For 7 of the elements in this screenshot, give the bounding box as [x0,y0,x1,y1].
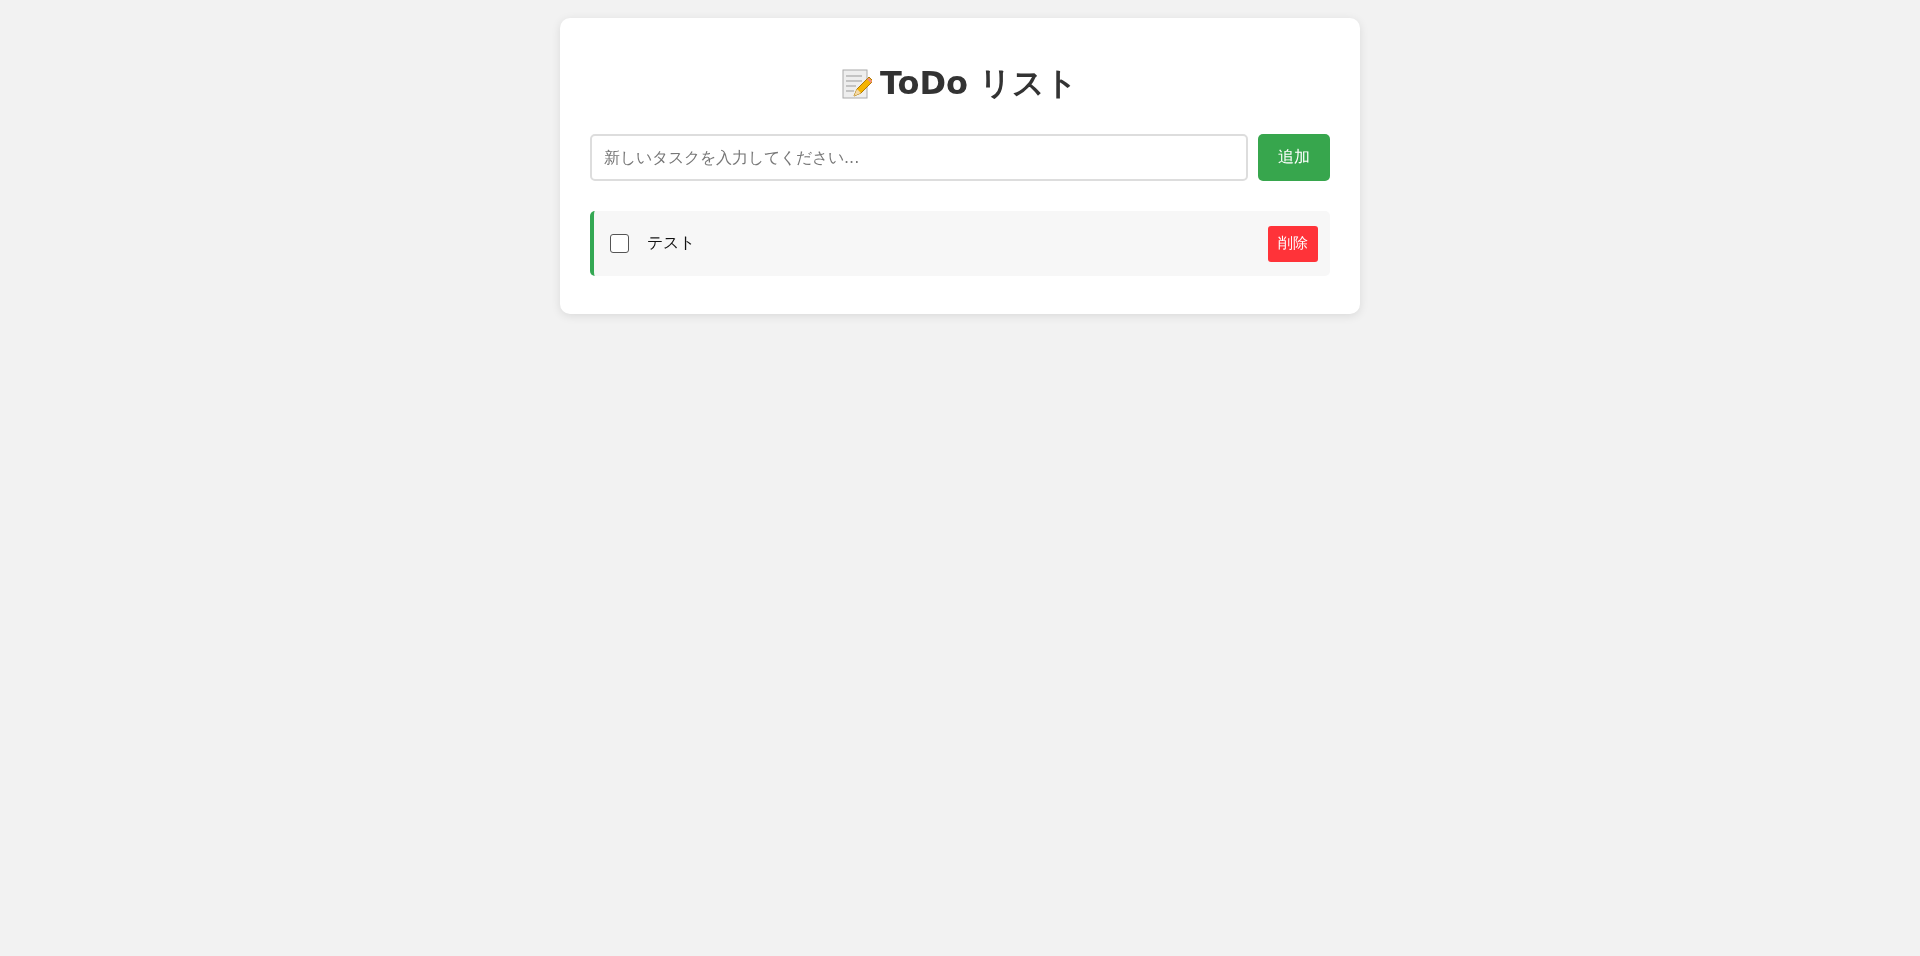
add-button[interactable]: 追加 [1258,134,1330,181]
memo-icon [841,68,872,100]
task-text: テスト [647,233,696,254]
checkbox[interactable] [610,234,629,253]
task-input-field[interactable]: 新しいタスクを入力してください... [590,134,1248,181]
delete-button[interactable]: 削除 [1268,225,1318,262]
app-title: ToDo リスト [879,63,1079,104]
